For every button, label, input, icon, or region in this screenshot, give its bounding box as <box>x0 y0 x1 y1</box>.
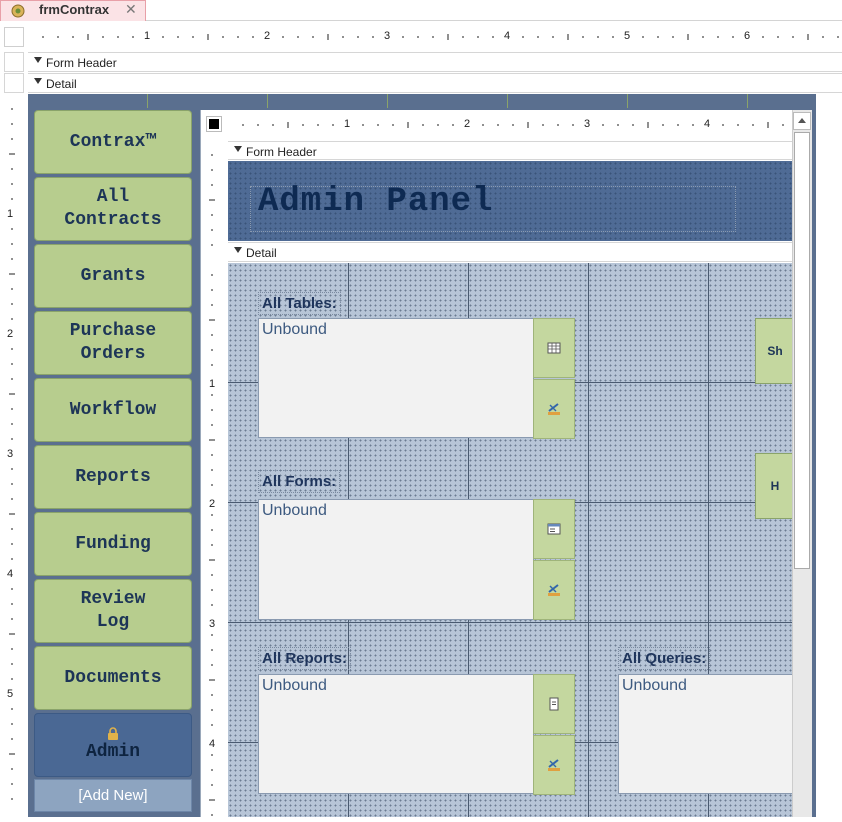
design-view-icon <box>548 584 560 596</box>
nav-button-purchase-orders[interactable]: Purchase Orders <box>34 311 192 375</box>
scroll-up-button[interactable] <box>793 112 811 130</box>
unbound-text: Unbound <box>262 321 327 338</box>
subform-detail-label: Detail <box>246 246 277 260</box>
open-table-button[interactable] <box>533 318 575 378</box>
ruler-number: 5 <box>624 30 631 42</box>
subform-form-header-bar[interactable]: Form Header <box>228 141 792 160</box>
open-report-button[interactable] <box>533 674 575 734</box>
form-selector-marker <box>209 119 219 129</box>
section-arrow-icon <box>234 247 242 253</box>
ruler-number: 4 <box>504 30 511 42</box>
ruler-number: 2 <box>209 498 216 510</box>
detail-section-bar[interactable]: Detail <box>28 73 842 93</box>
design-surface-margin <box>816 94 842 817</box>
all-queries-label[interactable]: All Queries: <box>618 647 711 670</box>
design-view-icon <box>548 403 560 415</box>
hide-button[interactable]: H <box>755 453 795 519</box>
close-icon[interactable]: ✕ <box>125 1 137 17</box>
form-header-label: Form Header <box>46 56 117 70</box>
vertical-ruler[interactable]: 1 2 3 4 5 <box>0 94 28 817</box>
ruler-number: 1 <box>7 208 14 220</box>
ruler-number: 1 <box>344 118 351 130</box>
all-tables-listbox[interactable]: Unbound <box>258 318 534 438</box>
all-reports-label[interactable]: All Reports: <box>258 647 352 670</box>
grid-line <box>588 263 589 817</box>
ruler-number: 4 <box>704 118 711 130</box>
section-arrow-icon <box>34 57 42 63</box>
nav-button-review-log[interactable]: Review Log <box>34 579 192 643</box>
unbound-text: Unbound <box>262 502 327 519</box>
nav-button-contrax[interactable]: Contrax™ <box>34 110 192 174</box>
unbound-text: Unbound <box>622 677 687 694</box>
lock-icon <box>108 726 118 740</box>
all-reports-listbox[interactable]: Unbound <box>258 674 534 794</box>
nav-button-admin[interactable]: Admin <box>34 713 192 777</box>
subform-detail-bar[interactable]: Detail <box>228 242 792 262</box>
design-table-button[interactable] <box>533 379 575 439</box>
nav-button-workflow[interactable]: Workflow <box>34 378 192 442</box>
section-arrow-icon <box>34 78 42 84</box>
chevron-up-icon <box>798 118 806 123</box>
nav-admin-label: Admin <box>85 741 140 762</box>
section-arrow-icon <box>234 146 242 152</box>
ruler-number: 4 <box>209 738 216 750</box>
nav-button-documents[interactable]: Documents <box>34 646 192 710</box>
all-queries-listbox[interactable]: Unbound <box>618 674 792 794</box>
ruler-number: 1 <box>144 30 151 42</box>
nav-button-all-contracts[interactable]: All Contracts <box>34 177 192 241</box>
ruler-number: 4 <box>7 568 14 580</box>
ruler-number: 3 <box>7 448 14 460</box>
all-forms-label[interactable]: All Forms: <box>258 470 341 493</box>
ruler-number: 3 <box>584 118 591 130</box>
subform-form-header-label: Form Header <box>246 145 317 159</box>
grid-line <box>228 622 792 623</box>
section-selector[interactable] <box>4 73 24 93</box>
nav-button-reports[interactable]: Reports <box>34 445 192 509</box>
design-form-button[interactable] <box>533 560 575 620</box>
scrollbar-thumb[interactable] <box>794 132 810 569</box>
unbound-text: Unbound <box>262 677 327 694</box>
open-form-button[interactable] <box>533 499 575 559</box>
subform-ruler-numbers: 1 2 3 4 <box>228 114 792 136</box>
ruler-number: 1 <box>209 378 216 390</box>
admin-panel-title: Admin Panel <box>258 183 494 221</box>
design-report-button[interactable] <box>533 735 575 795</box>
ruler-number: 2 <box>464 118 471 130</box>
show-button[interactable]: Sh <box>755 318 795 384</box>
nav-button-grants[interactable]: Grants <box>34 244 192 308</box>
ruler-number: 2 <box>7 328 14 340</box>
all-tables-label[interactable]: All Tables: <box>258 292 341 315</box>
ruler-number: 2 <box>264 30 271 42</box>
form-icon <box>547 523 561 535</box>
all-forms-listbox[interactable]: Unbound <box>258 499 534 620</box>
ruler-number: 3 <box>209 618 216 630</box>
table-icon <box>547 342 561 354</box>
report-icon <box>549 697 559 711</box>
nav-button-funding[interactable]: Funding <box>34 512 192 576</box>
tab-frmcontrax[interactable]: frmContrax ✕ <box>0 0 146 21</box>
design-view-icon <box>548 759 560 771</box>
ruler-number: 3 <box>384 30 391 42</box>
detail-label: Detail <box>46 77 77 91</box>
grid-line-strip <box>28 94 816 108</box>
ruler-corner[interactable] <box>4 27 24 47</box>
section-selector[interactable] <box>4 52 24 72</box>
ruler-number: 5 <box>7 688 14 700</box>
ruler-numbers: 1 2 3 4 5 6 <box>28 27 842 47</box>
subform-vertical-ruler[interactable]: 1 2 3 4 <box>200 140 228 817</box>
form-header-section-bar[interactable]: Form Header <box>28 52 842 72</box>
add-new-button[interactable]: [Add New] <box>34 779 192 812</box>
ruler-number: 6 <box>744 30 751 42</box>
tab-title: frmContrax <box>39 2 110 17</box>
form-icon <box>11 4 25 18</box>
